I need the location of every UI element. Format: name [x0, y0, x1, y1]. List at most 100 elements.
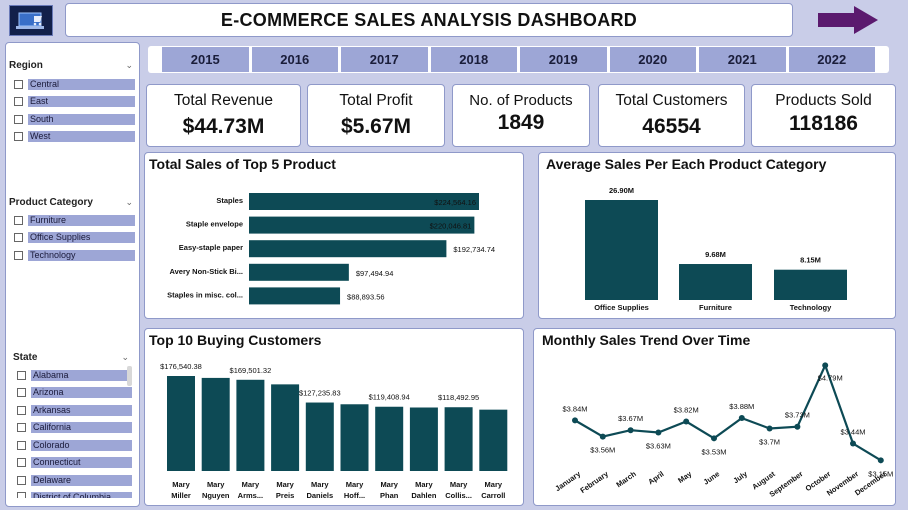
- kpi-total-profit: Total Profit $5.67M: [307, 84, 445, 147]
- bar[interactable]: [201, 377, 230, 471]
- data-point[interactable]: [850, 440, 856, 447]
- checkbox[interactable]: [14, 233, 23, 242]
- chevron-down-icon[interactable]: ⌄: [125, 60, 133, 71]
- state-item-label: Alabama: [31, 369, 132, 381]
- bar[interactable]: [249, 287, 341, 305]
- data-point[interactable]: [766, 425, 773, 432]
- year-2020[interactable]: 2020: [609, 47, 696, 72]
- bar[interactable]: [479, 409, 508, 471]
- bar[interactable]: [167, 376, 195, 471]
- bar[interactable]: [271, 384, 300, 471]
- region-item-central[interactable]: Central: [14, 78, 135, 90]
- data-label: $169,501.32: [230, 366, 272, 375]
- year-2017[interactable]: 2017: [341, 47, 428, 72]
- data-point[interactable]: [738, 415, 745, 422]
- checkbox[interactable]: [14, 79, 23, 89]
- category-item-furniture[interactable]: Furniture: [14, 214, 135, 226]
- region-item-west[interactable]: West: [14, 131, 135, 143]
- year-2015[interactable]: 2015: [162, 47, 249, 72]
- category-label: Office Supplies: [594, 303, 649, 312]
- checkbox[interactable]: [14, 132, 23, 141]
- checkbox[interactable]: [17, 370, 26, 380]
- year-2018[interactable]: 2018: [430, 47, 517, 72]
- year-2021[interactable]: 2021: [699, 47, 786, 72]
- top-customers-svg: $176,540.38 Mary Miller Mary Nguyen $169,501.…: [160, 362, 508, 500]
- customer-first-name: Mary: [242, 480, 260, 489]
- data-label: $118,492.95: [438, 393, 479, 402]
- checkbox[interactable]: [17, 491, 26, 498]
- data-label: $3.67M: [618, 414, 643, 423]
- customer-last-name: Nguyen: [202, 491, 230, 500]
- chevron-down-icon[interactable]: ⌄: [125, 197, 133, 208]
- kpi-total-customers: Total Customers 46554: [598, 84, 745, 147]
- bar[interactable]: [444, 407, 473, 471]
- data-point[interactable]: [711, 435, 717, 442]
- data-point[interactable]: [822, 362, 829, 369]
- bar[interactable]: [375, 406, 404, 471]
- state-item-colorado[interactable]: Colorado: [17, 439, 132, 451]
- top-customers-chart: Top 10 Buying Customers $176,540.38 Mary M…: [144, 328, 524, 506]
- data-point[interactable]: [599, 433, 606, 440]
- category-label: Avery Non-Stick Bi...: [170, 267, 244, 276]
- bar[interactable]: [249, 263, 349, 281]
- chevron-down-icon[interactable]: ⌄: [121, 352, 129, 363]
- customer-last-name: Daniels: [306, 491, 333, 500]
- state-item-alabama[interactable]: Alabama: [17, 369, 132, 381]
- logo-icon: [9, 5, 53, 36]
- state-scrollbar[interactable]: [127, 366, 132, 386]
- region-item-east[interactable]: East: [14, 96, 135, 108]
- region-item-label: West: [28, 131, 135, 142]
- state-item-delaware[interactable]: Delaware: [17, 474, 132, 486]
- region-item-label: Central: [28, 78, 135, 90]
- kpi-value: 1849: [497, 111, 545, 134]
- bar[interactable]: [305, 402, 334, 471]
- bar[interactable]: [236, 379, 265, 471]
- year-2019[interactable]: 2019: [520, 47, 607, 72]
- checkbox[interactable]: [17, 440, 26, 450]
- checkbox[interactable]: [17, 405, 26, 415]
- category-label: Easy-staple paper: [179, 243, 243, 252]
- region-slicer-label: Region: [9, 60, 43, 71]
- year-slicer: 2015 2016 2017 2018 2019 2020 2021 2022: [148, 46, 889, 73]
- customer-last-name: Hoff...: [344, 491, 365, 500]
- checkbox[interactable]: [14, 250, 23, 260]
- category-item-technology[interactable]: Technology: [14, 249, 135, 261]
- state-item-arkansas[interactable]: Arkansas: [17, 404, 132, 416]
- checkbox[interactable]: [17, 458, 26, 467]
- data-point[interactable]: [683, 418, 690, 425]
- bar[interactable]: [249, 240, 447, 258]
- data-point[interactable]: [794, 423, 801, 430]
- bar[interactable]: [409, 407, 438, 471]
- year-2016[interactable]: 2016: [251, 47, 338, 72]
- state-item-label: District of Columbia: [31, 491, 132, 498]
- customer-first-name: Mary: [311, 480, 329, 489]
- category-item-office-supplies[interactable]: Office Supplies: [14, 232, 135, 244]
- year-2022[interactable]: 2022: [788, 47, 875, 72]
- checkbox[interactable]: [17, 388, 26, 397]
- data-label: $3.63M: [646, 442, 671, 451]
- checkbox[interactable]: [14, 215, 23, 225]
- checkbox[interactable]: [17, 423, 26, 432]
- checkbox[interactable]: [14, 114, 23, 124]
- checkbox[interactable]: [14, 97, 23, 106]
- data-point[interactable]: [627, 427, 634, 434]
- state-item-connecticut[interactable]: Connecticut: [17, 457, 132, 469]
- bar[interactable]: [340, 404, 369, 471]
- bar[interactable]: [585, 200, 658, 300]
- state-item-arizona[interactable]: Arizona: [17, 387, 132, 399]
- state-item-district-of-columbia[interactable]: District of Columbia: [17, 491, 132, 498]
- region-item-south[interactable]: South: [14, 113, 135, 125]
- kpi-value: 46554: [642, 115, 701, 138]
- monthly-trend-chart: Monthly Sales Trend Over Time $3.84M Janu…: [533, 328, 896, 506]
- checkbox[interactable]: [17, 475, 26, 485]
- data-point[interactable]: [655, 429, 662, 436]
- data-point[interactable]: [877, 457, 884, 464]
- state-item-california[interactable]: California: [17, 422, 132, 434]
- data-point[interactable]: [572, 417, 578, 424]
- kpi-label: Total Customers: [615, 92, 728, 109]
- data-label: $3.73M: [785, 411, 810, 420]
- data-label: $3.56M: [590, 446, 615, 455]
- arrow-right-icon[interactable]: [816, 5, 880, 35]
- bar[interactable]: [679, 264, 752, 300]
- bar[interactable]: [774, 269, 847, 300]
